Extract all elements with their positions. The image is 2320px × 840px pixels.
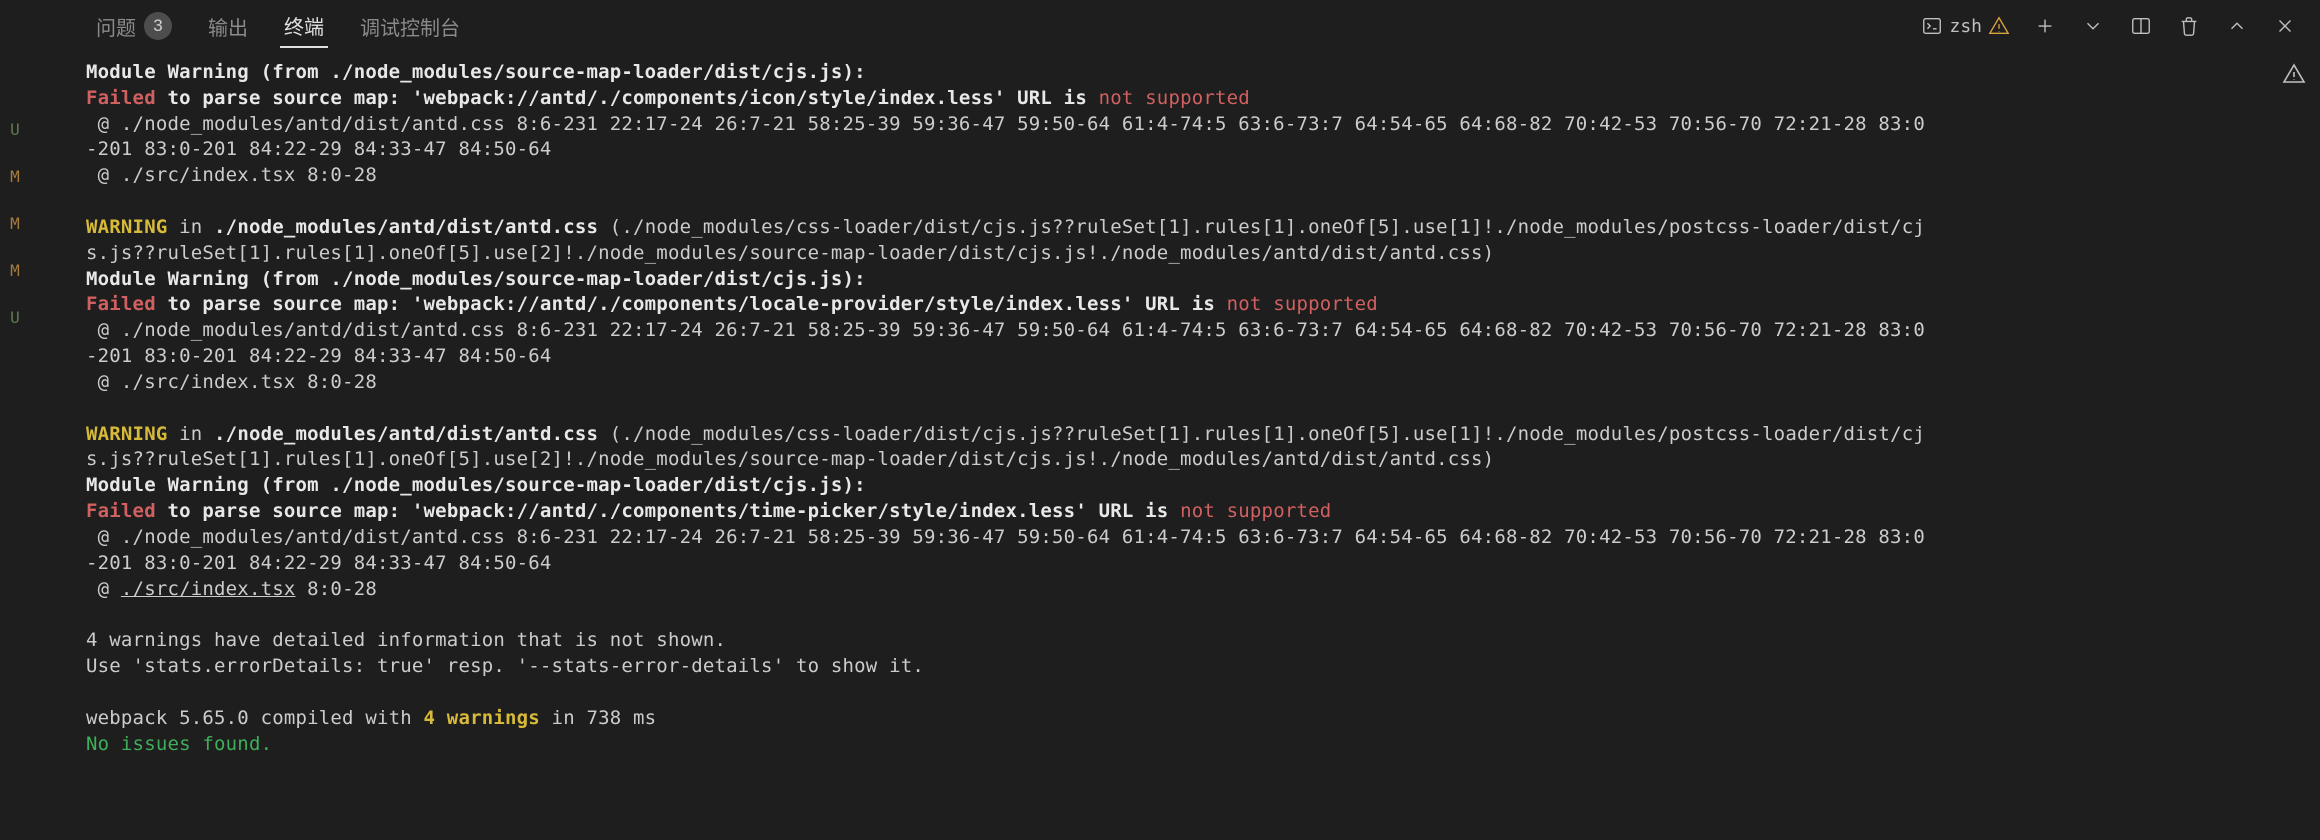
terminal-split-dropdown[interactable]	[2080, 13, 2106, 39]
maximize-panel-button[interactable]	[2224, 13, 2250, 39]
active-shell[interactable]: zsh	[1921, 15, 2010, 37]
new-terminal-button[interactable]	[2032, 13, 2058, 39]
log-token: 4 warnings	[424, 707, 540, 729]
tab-debug-console[interactable]: 调试控制台	[356, 6, 464, 47]
terminal-icon	[1921, 15, 1943, 37]
scm-marker: M	[10, 214, 20, 233]
log-line: Use 'stats.errorDetails: true' resp. '--…	[86, 655, 924, 677]
log-token: ./node_modules/antd/dist/antd.css	[214, 423, 598, 445]
log-token: to parse source map: 'webpack://antd/./c…	[156, 293, 1227, 315]
scm-marker: U	[10, 308, 20, 327]
scm-marker: M	[10, 167, 20, 186]
tab-label: 输出	[208, 12, 248, 41]
tab-label: 问题	[96, 12, 136, 41]
log-token: webpack 5.65.0 compiled with	[86, 707, 424, 729]
log-token: not supported	[1099, 87, 1250, 109]
log-token: Failed	[86, 87, 156, 109]
scm-marker: M	[10, 261, 20, 280]
log-line: s.js??ruleSet[1].rules[1].oneOf[5].use[2…	[86, 448, 1494, 470]
tab-output[interactable]: 输出	[204, 6, 252, 47]
log-token: in	[167, 423, 214, 445]
log-line: 4 warnings have detailed information tha…	[86, 629, 726, 651]
log-line: @ ./node_modules/antd/dist/antd.css 8:6-…	[86, 526, 1925, 548]
close-panel-button[interactable]	[2272, 13, 2298, 39]
warning-icon	[1988, 15, 2010, 37]
log-token: WARNING	[86, 423, 167, 445]
problems-count-badge: 3	[144, 12, 172, 40]
scm-marker: U	[10, 120, 20, 139]
log-token: not supported	[1180, 500, 1331, 522]
panel-tabbar: 问题 3 输出 终端 调试控制台 zsh	[30, 0, 2320, 52]
log-line: @ ./src/index.tsx 8:0-28	[86, 371, 377, 393]
log-line: Module Warning (from ./node_modules/sour…	[86, 61, 866, 83]
log-token: in 738 ms	[540, 707, 656, 729]
log-line: @ ./node_modules/antd/dist/antd.css 8:6-…	[86, 113, 1925, 135]
scm-gutter: U M M M U	[0, 0, 30, 840]
kill-terminal-button[interactable]	[2176, 13, 2202, 39]
log-token: @	[86, 578, 121, 600]
tab-terminal[interactable]: 终端	[280, 5, 328, 48]
tab-label: 调试控制台	[360, 12, 460, 41]
log-line: @ ./node_modules/antd/dist/antd.css 8:6-…	[86, 319, 1925, 341]
log-line: Module Warning (from ./node_modules/sour…	[86, 474, 866, 496]
tab-problems[interactable]: 问题 3	[92, 6, 176, 47]
log-line: No issues found.	[86, 733, 272, 755]
log-token: ./node_modules/antd/dist/antd.css	[214, 216, 598, 238]
log-line: -201 83:0-201 84:22-29 84:33-47 84:50-64	[86, 138, 552, 160]
terminal-output[interactable]: Module Warning (from ./node_modules/sour…	[30, 52, 2320, 840]
log-line: -201 83:0-201 84:22-29 84:33-47 84:50-64	[86, 552, 552, 574]
log-line: s.js??ruleSet[1].rules[1].oneOf[5].use[2…	[86, 242, 1494, 264]
tab-label: 终端	[284, 11, 324, 40]
log-token: in	[167, 216, 214, 238]
log-line: -201 83:0-201 84:22-29 84:33-47 84:50-64	[86, 345, 552, 367]
split-terminal-button[interactable]	[2128, 13, 2154, 39]
log-token: Failed	[86, 293, 156, 315]
log-token: WARNING	[86, 216, 167, 238]
log-token: (./node_modules/css-loader/dist/cjs.js??…	[598, 423, 1925, 445]
log-line: Module Warning (from ./node_modules/sour…	[86, 268, 866, 290]
log-line: @ ./src/index.tsx 8:0-28	[86, 164, 377, 186]
log-token: 8:0-28	[296, 578, 377, 600]
shell-name: zsh	[1949, 16, 1982, 37]
log-token: not supported	[1227, 293, 1378, 315]
log-token: (./node_modules/css-loader/dist/cjs.js??…	[598, 216, 1925, 238]
log-token: to parse source map: 'webpack://antd/./c…	[156, 500, 1180, 522]
log-token: Failed	[86, 500, 156, 522]
log-token: to parse source map: 'webpack://antd/./c…	[156, 87, 1099, 109]
log-link[interactable]: ./src/index.tsx	[121, 578, 296, 600]
